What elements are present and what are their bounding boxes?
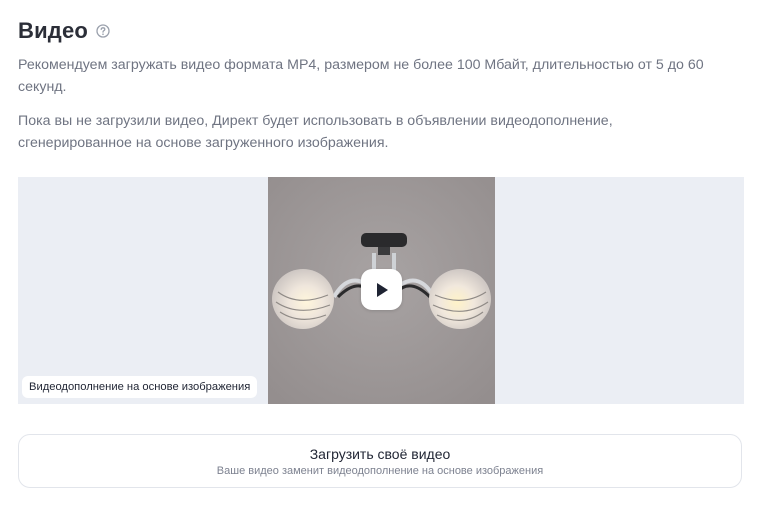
preview-badge: Видеодополнение на основе изображения — [22, 376, 258, 398]
upload-video-hint: Ваше видео заменит видеодополнение на ос… — [216, 465, 544, 477]
play-button[interactable] — [361, 269, 402, 310]
video-preview: Видеодополнение на основе изображения — [18, 177, 744, 404]
question-circle-icon[interactable] — [96, 24, 110, 38]
recommendation-text: Рекомендуем загружать видео формата MP4,… — [18, 57, 704, 95]
upload-video-label: Загрузить своё видео — [309, 446, 451, 462]
section-header: Видео — [18, 18, 110, 44]
upload-video-button[interactable]: Загрузить своё видео Ваше видео заменит … — [18, 434, 742, 488]
note-text: Пока вы не загрузили видео, Директ будет… — [18, 113, 613, 151]
play-icon — [376, 282, 388, 297]
preview-image — [268, 177, 495, 404]
section-title: Видео — [18, 18, 89, 43]
